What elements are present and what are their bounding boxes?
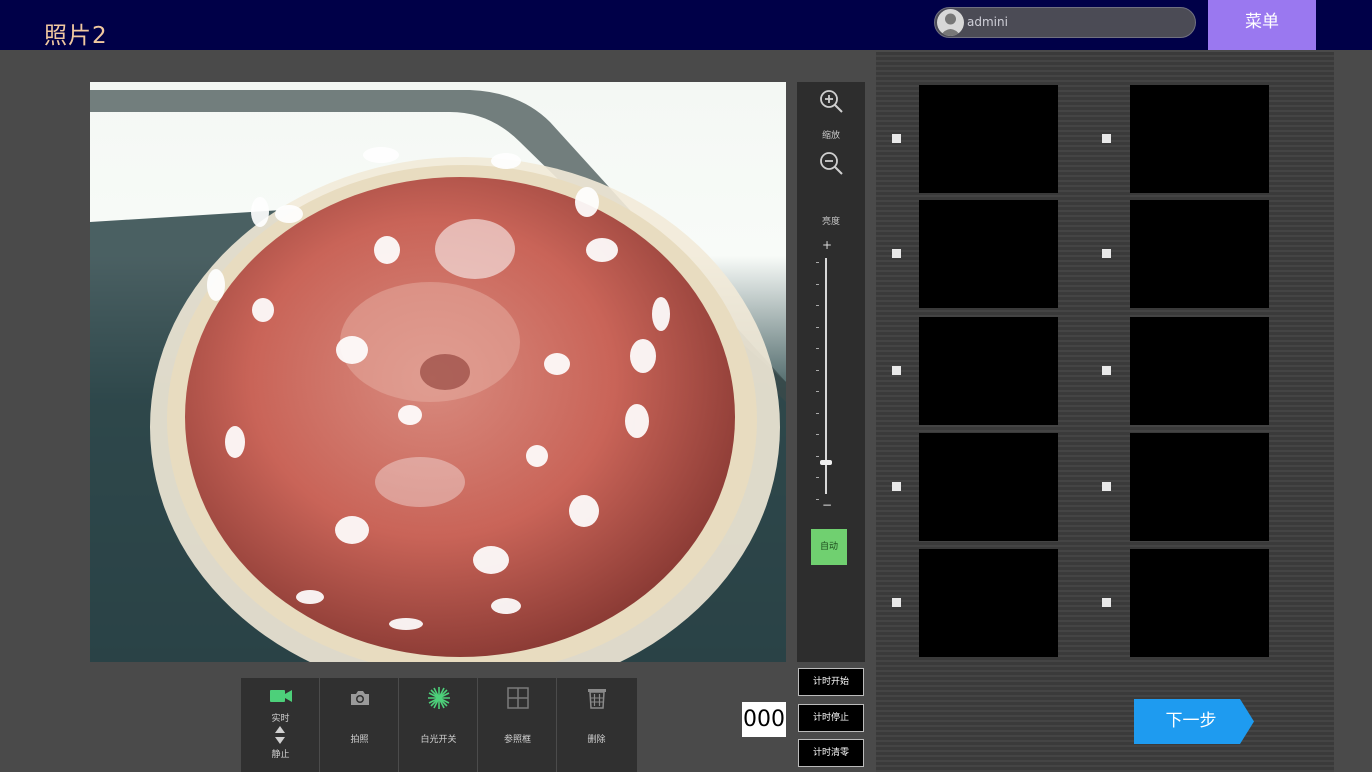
reference-frame-label: 参照框	[503, 735, 531, 745]
delete-button[interactable]: 删除	[557, 678, 636, 772]
zoom-in-icon[interactable]	[818, 88, 844, 114]
thumbnail-checkbox[interactable]	[892, 598, 901, 607]
brightness-slider-track[interactable]	[825, 258, 827, 494]
brightness-label: 亮度	[821, 217, 840, 227]
video-camera-icon	[269, 684, 293, 708]
brightness-minus[interactable]: −	[821, 498, 833, 512]
image-controls-panel: 缩放 亮度 + − 自动	[797, 82, 865, 662]
timer-stop-button[interactable]: 计时停止	[798, 704, 864, 732]
brightness-plus[interactable]: +	[821, 238, 833, 252]
thumbnail-checkbox[interactable]	[1102, 482, 1111, 491]
camera-icon	[348, 686, 372, 710]
white-light-label: 白光开关	[420, 735, 457, 745]
next-step-label: 下一步	[1165, 711, 1217, 731]
thumbnail-slot[interactable]	[919, 549, 1058, 657]
slider-tick	[816, 412, 819, 414]
slider-tick	[816, 369, 819, 371]
slider-tick	[816, 348, 819, 349]
thumbnail-slot[interactable]	[1130, 433, 1269, 541]
menu-button[interactable]: 菜单	[1208, 0, 1316, 50]
slider-tick	[816, 455, 819, 457]
bottom-toolbar: 实时 静止 拍照 白光开关 参照框 删除	[241, 678, 637, 772]
auto-brightness-button[interactable]: 自动	[811, 529, 847, 565]
thumbnail-slot[interactable]	[919, 433, 1058, 541]
username: admini	[967, 15, 1008, 29]
timer-reset-button[interactable]: 计时清零	[798, 739, 864, 767]
thumbnail-checkbox[interactable]	[1102, 366, 1111, 375]
slider-tick	[816, 283, 819, 285]
grid-icon	[506, 686, 530, 710]
camera-image	[90, 82, 786, 662]
delete-label: 删除	[587, 735, 606, 745]
thumbnail-checkbox[interactable]	[892, 366, 901, 375]
starburst-icon	[427, 686, 451, 710]
capture-button[interactable]: 拍照	[320, 678, 399, 772]
thumbnail-checkbox[interactable]	[1102, 598, 1111, 607]
toggle-arrows-icon	[274, 725, 286, 749]
thumbnail-slot[interactable]	[919, 200, 1058, 308]
thumbnail-slot[interactable]	[919, 317, 1058, 425]
top-bar: 照片2 admini 菜单	[0, 0, 1372, 50]
thumbnail-checkbox[interactable]	[892, 249, 901, 258]
thumbnail-checkbox[interactable]	[1102, 249, 1111, 258]
user-avatar-icon	[937, 9, 964, 36]
timer-start-button[interactable]: 计时开始	[798, 668, 864, 696]
slider-tick	[816, 434, 819, 435]
page-title: 照片2	[44, 23, 108, 49]
zoom-label: 缩放	[821, 131, 840, 141]
brightness-slider-thumb[interactable]	[820, 460, 832, 466]
live-still-toggle-button[interactable]: 实时 静止	[241, 678, 320, 772]
thumbnail-slot[interactable]	[1130, 200, 1269, 308]
timer-display: 000	[742, 702, 786, 737]
slider-tick	[816, 477, 819, 478]
live-label: 实时	[271, 714, 290, 724]
thumbnail-slot[interactable]	[1130, 85, 1269, 193]
next-step-button[interactable]: 下一步	[1134, 699, 1254, 744]
slider-tick	[816, 498, 819, 500]
thumbnail-checkbox[interactable]	[892, 482, 901, 491]
slider-tick	[816, 391, 819, 392]
white-light-toggle-button[interactable]: 白光开关	[399, 678, 478, 772]
thumbnail-slot[interactable]	[919, 85, 1058, 193]
camera-image-viewer[interactable]	[90, 82, 786, 662]
thumbnail-checkbox[interactable]	[892, 134, 901, 143]
user-account-box[interactable]: admini	[934, 7, 1196, 38]
zoom-out-icon[interactable]	[818, 150, 844, 176]
slider-tick	[816, 326, 819, 328]
still-label: 静止	[271, 750, 290, 760]
slider-tick	[816, 262, 819, 263]
thumbnail-panel	[876, 52, 1334, 772]
thumbnail-slot[interactable]	[1130, 549, 1269, 657]
capture-label: 拍照	[350, 735, 369, 745]
reference-frame-button[interactable]: 参照框	[478, 678, 557, 772]
thumbnail-slot[interactable]	[1130, 317, 1269, 425]
thumbnail-checkbox[interactable]	[1102, 134, 1111, 143]
trash-icon	[585, 686, 609, 710]
slider-tick	[816, 305, 819, 306]
